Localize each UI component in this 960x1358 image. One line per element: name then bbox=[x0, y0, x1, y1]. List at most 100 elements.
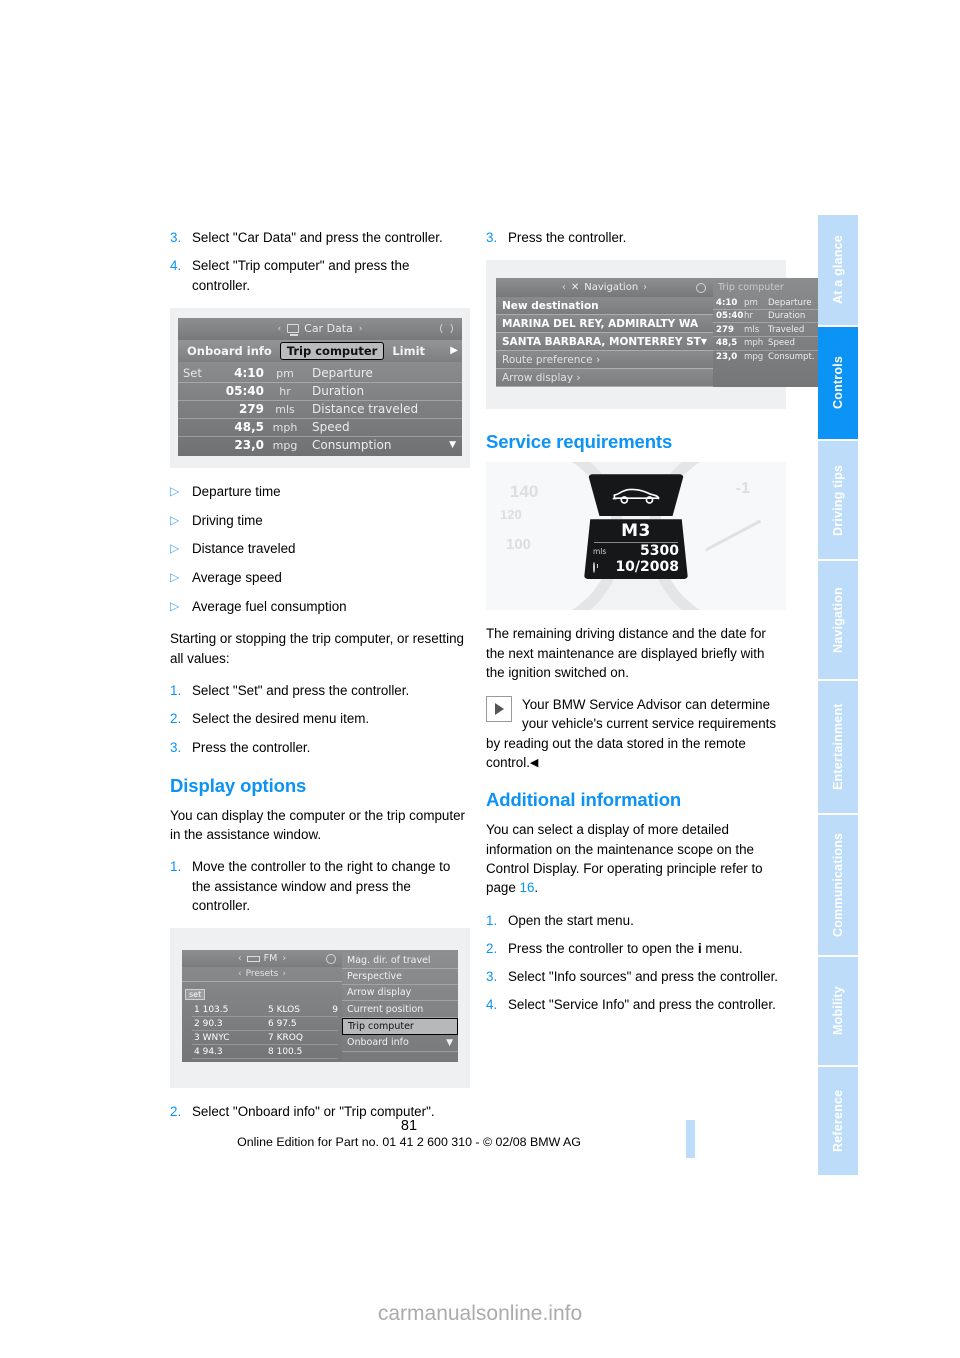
display-title-bar: ‹ Car Data › bbox=[178, 317, 462, 340]
right-arrow-icon: › bbox=[358, 323, 363, 334]
row-unit: mls bbox=[743, 324, 760, 335]
next-tab-icon[interactable]: ▶ bbox=[450, 345, 458, 356]
step-text-after: menu. bbox=[701, 940, 743, 956]
display-tab-trip-computer[interactable]: Trip computer bbox=[279, 341, 385, 360]
display-tab-limit[interactable]: Limit bbox=[387, 344, 430, 358]
list-item: 2. Select the desired menu item. bbox=[170, 709, 470, 728]
station-mid: 8 100.5 bbox=[268, 1046, 303, 1057]
nav-item-new-destination[interactable]: New destination bbox=[496, 297, 713, 316]
radio-set-button[interactable]: set bbox=[185, 989, 206, 1001]
step-text: Press the controller. bbox=[192, 739, 311, 755]
display-title: Car Data bbox=[304, 322, 353, 336]
row-unit: pm bbox=[743, 297, 758, 308]
scroll-down-icon[interactable]: ▼ bbox=[446, 1038, 453, 1048]
navigation-display-mock: ‹ ✕ Navigation › New destination MARINA … bbox=[496, 278, 818, 388]
row-value: 48,5 bbox=[715, 338, 738, 349]
dial-tick-120: 120 bbox=[500, 507, 522, 523]
radio-presets-bar: ‹ Presets › bbox=[182, 967, 342, 983]
radio-band-label: FM bbox=[263, 953, 278, 965]
list-item: 1. Move the controller to the right to c… bbox=[170, 857, 470, 915]
row-unit: mph bbox=[743, 338, 764, 349]
nav-item-label: SANTA BARBARA, MONTERREY ST bbox=[502, 335, 701, 348]
dial-tick-140: 140 bbox=[510, 482, 539, 502]
table-row: 23,0 mpg Consumpt. bbox=[713, 351, 818, 364]
row-value: 279 bbox=[715, 324, 734, 335]
page-reference-link[interactable]: 16 bbox=[520, 880, 535, 895]
step-text: Select "Service Info" and press the cont… bbox=[508, 997, 776, 1013]
menu-item-mag-dir-of-travel[interactable]: Mag. dir. of travel bbox=[342, 952, 458, 969]
instrument-cluster-mock: 140 120 100 -1 M3 mls 5300 10/2008 bbox=[486, 462, 786, 611]
right-arrow-icon: › bbox=[282, 969, 286, 980]
sidebar-tab-communications[interactable]: Communications bbox=[818, 815, 858, 955]
sidebar-tab-controls[interactable]: Controls bbox=[818, 327, 858, 439]
table-row: 48,5 mph Speed bbox=[712, 337, 818, 351]
radio-left-pane: ‹ FM › ‹ Presets › set 1 103.5 5 KLOS 9 … bbox=[182, 950, 342, 1063]
station-right bbox=[324, 1019, 338, 1029]
service-code-value: M3 bbox=[594, 521, 678, 544]
sidebar-tab-driving-tips[interactable]: Driving tips bbox=[818, 441, 858, 559]
step-number: 2. bbox=[170, 711, 182, 727]
table-row: 279 mls Distance traveled bbox=[178, 401, 462, 419]
sidebar-tab-label: Mobility bbox=[831, 986, 845, 1036]
sidebar-tab-label: Driving tips bbox=[831, 464, 845, 536]
footer-copyright-line: Online Edition for Part no. 01 41 2 600 … bbox=[237, 1135, 581, 1149]
distance-unit-label: mls bbox=[593, 546, 607, 556]
radio-display-mock: ‹ FM › ‹ Presets › set 1 103.5 5 KLOS 9 … bbox=[182, 950, 458, 1063]
note-block: Your BMW Service Advisor can determine y… bbox=[486, 695, 786, 773]
rotate-icon bbox=[695, 282, 706, 293]
list-item: 3. Select "Car Data" and press the contr… bbox=[170, 228, 470, 247]
triangle-bullet-icon: ▷ bbox=[170, 483, 180, 498]
scroll-down-icon[interactable]: ▼ bbox=[449, 440, 462, 450]
sidebar-tab-label: At a glance bbox=[831, 235, 845, 305]
menu-item-perspective[interactable]: Perspective bbox=[342, 969, 458, 986]
nav-item-santa-barbara[interactable]: SANTA BARBARA, MONTERREY ST ▼ bbox=[496, 333, 713, 352]
sidebar-tab-navigation[interactable]: Navigation bbox=[818, 561, 858, 679]
set-label[interactable]: Set bbox=[178, 366, 212, 380]
right-content-column: 3. Press the controller. ‹ ✕ Navigation … bbox=[486, 228, 818, 1028]
watermark: carmanualsonline.info bbox=[377, 1302, 583, 1325]
step-number: 4. bbox=[486, 997, 498, 1013]
display-tab-onboard-info[interactable]: Onboard info bbox=[182, 344, 277, 358]
row-unit: hr bbox=[279, 384, 291, 398]
navigation-left-pane: ‹ ✕ Navigation › New destination MARINA … bbox=[496, 278, 713, 388]
sidebar-tab-reference[interactable]: Reference bbox=[818, 1067, 858, 1175]
sidebar-tab-at-a-glance[interactable]: At a glance bbox=[818, 215, 858, 325]
step-number: 3. bbox=[486, 230, 498, 245]
menu-item-onboard-info[interactable]: Onboard info ▼ bbox=[342, 1035, 458, 1052]
sidebar-tab-entertainment[interactable]: Entertainment bbox=[818, 681, 858, 813]
left-arrow-icon: ‹ bbox=[277, 323, 282, 334]
nav-item-arrow-display[interactable]: Arrow display › bbox=[496, 369, 713, 388]
list-item: ▷ Distance traveled bbox=[170, 539, 470, 558]
step-number: 1. bbox=[170, 682, 182, 698]
display-options-steps-list: 1. Move the controller to the right to c… bbox=[170, 857, 470, 915]
radio-band-bar: ‹ FM › bbox=[182, 950, 342, 968]
table-row: 4:10 pm Departure bbox=[712, 296, 818, 310]
trip-computer-title: Trip computer bbox=[717, 282, 784, 294]
list-item: 3. Select "Info sources" and press the c… bbox=[486, 967, 786, 986]
section-heading-display-options: Display options bbox=[170, 774, 307, 796]
menu-item-trip-computer[interactable]: Trip computer bbox=[342, 1017, 458, 1036]
sidebar-tab-mobility[interactable]: Mobility bbox=[818, 957, 858, 1065]
dial-tick-right: -1 bbox=[735, 480, 750, 498]
list-item: 1. Open the start menu. bbox=[486, 911, 786, 930]
table-row: 4 94.3 8 100.5 bbox=[192, 1045, 338, 1060]
left-arrow-icon: ‹ bbox=[238, 969, 242, 980]
bullet-text: Distance traveled bbox=[192, 541, 296, 557]
scroll-down-icon[interactable]: ▼ bbox=[701, 337, 707, 346]
row-value: 05:40 bbox=[715, 311, 744, 322]
service-paragraph: The remaining driving distance and the d… bbox=[486, 626, 766, 680]
nav-item-route-preference[interactable]: Route preference › bbox=[496, 351, 713, 370]
station-right bbox=[324, 1033, 338, 1043]
radio-presets-label: Presets bbox=[245, 969, 279, 980]
nav-item-marina-del-rey[interactable]: MARINA DEL REY, ADMIRALTY WA bbox=[496, 315, 713, 334]
radio-station-grid: 1 103.5 5 KLOS 9 2 90.3 6 97.5 3 WNYC 7 … bbox=[182, 1001, 342, 1062]
manual-page: At a glance Controls Driving tips Naviga… bbox=[0, 0, 960, 1358]
bullet-text: Departure time bbox=[192, 483, 281, 499]
list-item: 3. Press the controller. bbox=[170, 738, 470, 757]
menu-item-current-position[interactable]: Current position bbox=[342, 1001, 458, 1018]
menu-item-arrow-display[interactable]: Arrow display bbox=[342, 985, 458, 1002]
list-item: ▷ Departure time bbox=[170, 482, 470, 501]
note-triangle-icon bbox=[486, 696, 512, 723]
footer-margin-bar bbox=[686, 1120, 695, 1158]
row-unit: mpg bbox=[272, 438, 298, 452]
